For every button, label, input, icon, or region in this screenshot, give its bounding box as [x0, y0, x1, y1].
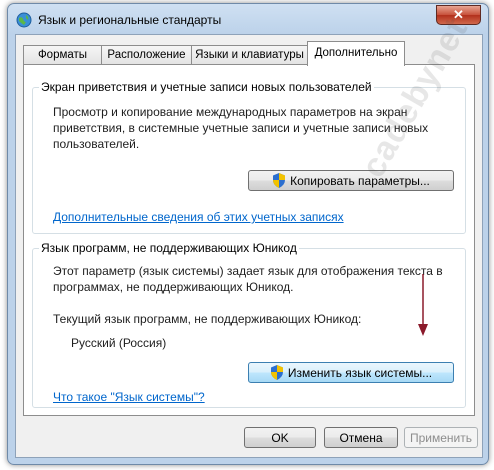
non-unicode-description-line-1: Этот параметр (язык системы) задает язык… [53, 264, 443, 278]
copy-settings-label: Копировать параметры... [290, 174, 430, 188]
tab-location[interactable]: Расположение [101, 45, 192, 65]
tab-administrative[interactable]: Дополнительно [307, 41, 405, 66]
welcome-description-line-3: пользователей. [53, 137, 140, 151]
apply-button[interactable]: Применить [404, 427, 478, 448]
ok-button[interactable]: OK [244, 427, 316, 448]
accounts-info-link[interactable]: Дополнительные сведения об этих учетных … [53, 210, 344, 224]
dialog-window: Язык и региональные стандарты ✕ Форматы … [7, 3, 489, 465]
tab-panel: Экран приветствия и учетные записи новых… [23, 12, 476, 416]
non-unicode-group: Язык программ, не поддерживающих Юникод … [32, 241, 466, 408]
title-bar[interactable]: Язык и региональные стандарты ✕ [8, 4, 488, 34]
welcome-group-title: Экран приветствия и учетные записи новых… [39, 80, 374, 94]
copy-settings-button[interactable]: Копировать параметры... [248, 170, 454, 191]
current-language-value: Русский (Россия) [71, 336, 167, 350]
uac-shield-icon [273, 173, 286, 188]
tab-keyboards[interactable]: Языки и клавиатуры [191, 45, 308, 65]
change-system-locale-button[interactable]: Изменить язык системы... [248, 362, 454, 383]
window-title: Язык и региональные стандарты [38, 13, 222, 27]
cancel-button[interactable]: Отмена [324, 427, 398, 448]
dialog-client: Форматы Расположение Языки и клавиатуры … [15, 12, 483, 458]
current-language-label: Текущий язык программ, не поддерживающих… [53, 312, 362, 326]
non-unicode-description-line-2: программах, не поддерживающих Юникод. [53, 280, 294, 294]
welcome-description-line-1: Просмотр и копирование международных пар… [53, 105, 408, 119]
change-system-locale-label: Изменить язык системы... [287, 366, 433, 380]
globe-icon [16, 12, 32, 28]
uac-shield-icon [270, 365, 283, 380]
tab-formats[interactable]: Форматы [23, 45, 102, 65]
non-unicode-group-title: Язык программ, не поддерживающих Юникод [39, 241, 299, 255]
annotation-arrow [418, 274, 428, 336]
system-locale-help-link[interactable]: Что такое "Язык системы"? [53, 390, 205, 404]
